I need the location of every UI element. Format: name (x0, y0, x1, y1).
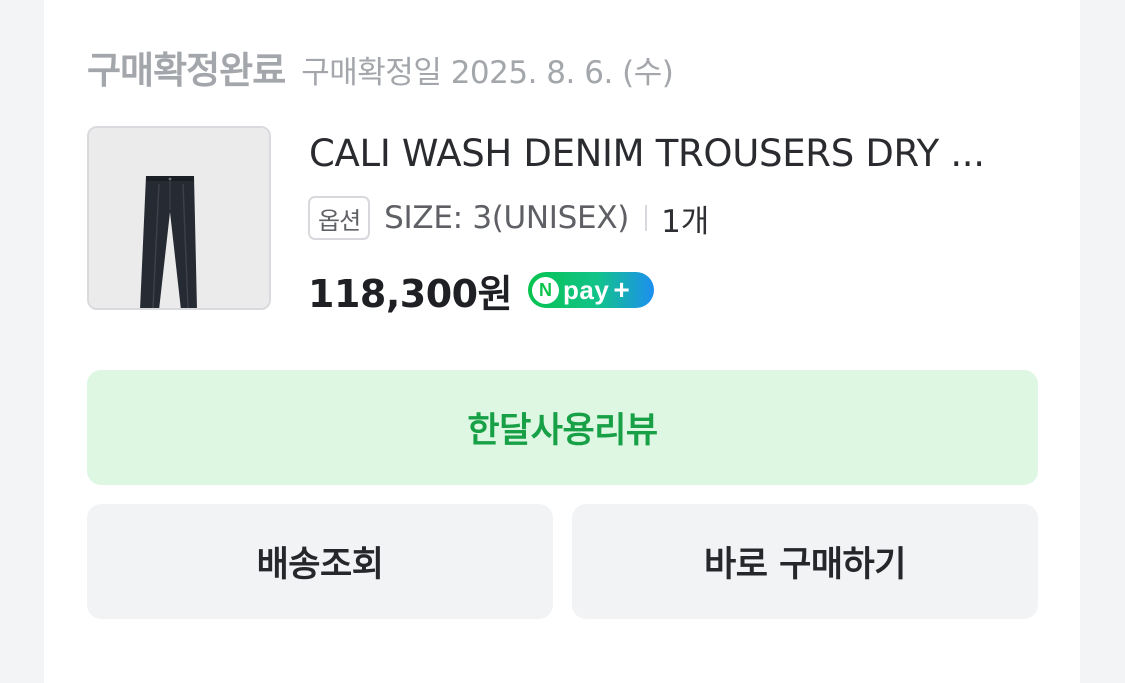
option-divider (645, 205, 648, 231)
option-row: 옵션 SIZE: 3(UNISEX) 1개 (308, 194, 709, 242)
plus-icon: + (613, 274, 630, 305)
order-status: 구매확정완료 (87, 49, 286, 92)
product-thumbnail[interactable] (87, 126, 271, 310)
npay-n-icon: N (532, 276, 560, 304)
track-delivery-button[interactable]: 배송조회 (87, 504, 553, 619)
option-badge: 옵션 (308, 196, 371, 240)
monthly-review-button[interactable]: 한달사용리뷰 (87, 370, 1038, 485)
order-status-row: 구매확정완료 구매확정일 2025. 8. 6. (수) (87, 40, 674, 100)
confirm-date: 구매확정일 2025. 8. 6. (수) (301, 55, 674, 91)
option-value: SIZE: 3(UNISEX) (384, 200, 630, 236)
price-row: 118,300원 N pay + (308, 262, 655, 318)
jeans-image (89, 128, 269, 308)
quantity: 1개 (661, 203, 710, 240)
product-name[interactable]: CALI WASH DENIM TROUSERS DRY ... (309, 132, 1039, 175)
buy-now-button[interactable]: 바로 구매하기 (572, 504, 1038, 619)
npay-label: pay (563, 274, 610, 305)
price: 118,300원 (308, 271, 513, 316)
npay-plus-badge: N pay + (528, 272, 655, 308)
